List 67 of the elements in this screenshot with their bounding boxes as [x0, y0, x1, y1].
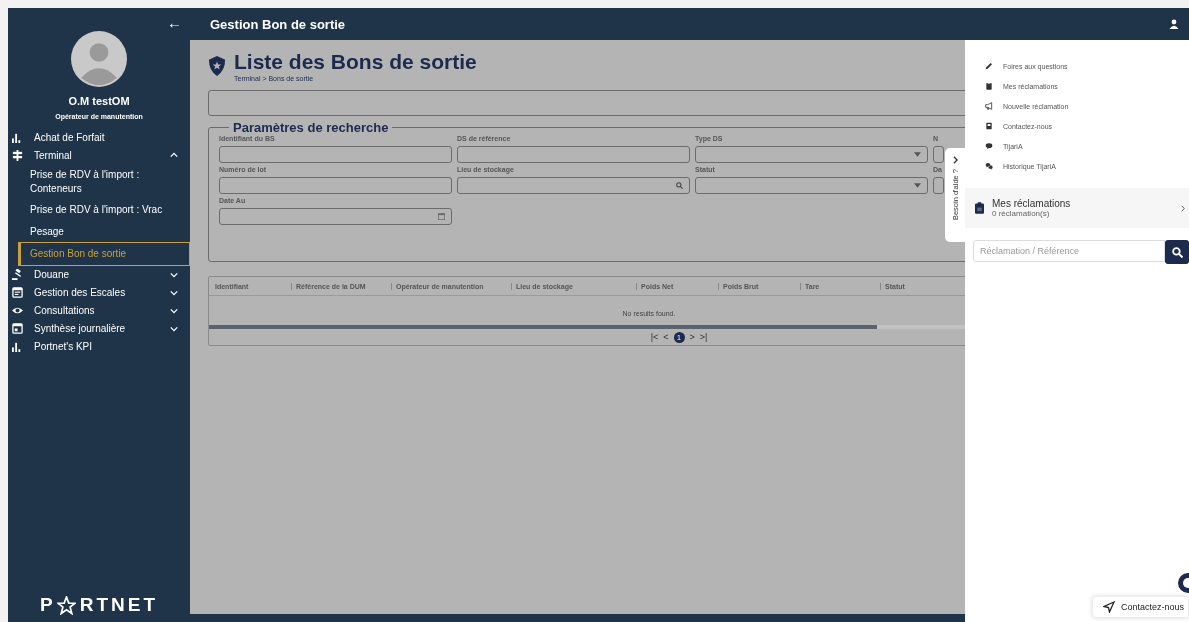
chevron-icon[interactable] — [170, 271, 178, 278]
panel-legend: Paramètres de recherche — [229, 120, 393, 135]
pencil-icon — [985, 62, 993, 70]
calendar-icon — [438, 213, 445, 220]
logo-text: P — [40, 594, 56, 616]
chevron-icon[interactable] — [170, 152, 178, 158]
submenu-item[interactable]: Prise de RDV à l'import : Vrac — [8, 199, 190, 221]
input-field[interactable] — [219, 177, 452, 194]
claims-title: Mes réclamations — [992, 198, 1072, 209]
search-field[interactable] — [457, 177, 690, 194]
user-icon[interactable] — [1169, 19, 1179, 29]
input-field[interactable] — [219, 146, 452, 163]
menu-item[interactable]: Portnet's KPI — [34, 341, 178, 352]
contact-button[interactable]: Contactez-nous — [1091, 596, 1189, 618]
chevron-icon — [1181, 204, 1185, 212]
clipboard-icon — [985, 82, 993, 90]
book-icon — [985, 122, 993, 130]
calendar-icon — [12, 323, 23, 334]
bars-icon — [12, 131, 23, 143]
gavel-icon — [12, 269, 23, 280]
menu-item[interactable]: Synthèse journalière — [34, 323, 170, 334]
scrollbar-thumb[interactable] — [209, 325, 877, 329]
collapse-arrow[interactable]: ← — [167, 14, 182, 31]
bars-icon — [12, 341, 23, 352]
input-field[interactable] — [457, 146, 690, 163]
menu-item[interactable]: Douane — [34, 269, 170, 280]
send-icon — [1102, 601, 1115, 613]
caret-icon — [914, 151, 921, 158]
menu-item[interactable]: Gestion des Escales — [34, 287, 170, 298]
megaphone-icon — [985, 102, 993, 110]
header-title: Gestion Bon de sortie — [210, 16, 346, 32]
clipboard-icon — [975, 202, 984, 214]
search-button[interactable] — [1165, 240, 1189, 264]
menu-item[interactable]: Terminal — [34, 149, 170, 161]
next-page-button[interactable]: > — [689, 332, 695, 342]
dropdown-field[interactable] — [695, 177, 928, 194]
menu-item[interactable]: Consultations — [34, 305, 170, 316]
input-field[interactable] — [933, 146, 944, 163]
chevron-icon[interactable] — [170, 307, 178, 314]
chats-icon — [985, 162, 993, 170]
first-page-button[interactable]: |< — [650, 332, 659, 342]
chevron-icon[interactable] — [170, 289, 178, 296]
caret-icon — [914, 182, 921, 189]
eye-icon — [12, 305, 23, 316]
last-page-button[interactable]: >| — [699, 332, 708, 342]
prev-page-button[interactable]: < — [663, 332, 669, 342]
claims-count: 0 réclamation(s) — [992, 209, 1051, 218]
menu-item[interactable]: Achat de Forfait — [34, 131, 178, 143]
avatar-icon — [71, 31, 127, 87]
chevron-icon — [952, 156, 958, 164]
user-name: O.M testOM — [67, 95, 131, 107]
submenu-item[interactable]: Pesage — [8, 220, 190, 242]
submenu-item[interactable]: Prise de RDV à l'import : Conteneurs — [8, 164, 190, 199]
claims-card[interactable]: Mes réclamations 0 réclamation(s) — [965, 188, 1189, 228]
shield-icon — [208, 56, 226, 76]
input-field[interactable] — [933, 177, 944, 194]
star-icon — [56, 595, 76, 615]
date-field[interactable] — [219, 208, 452, 225]
dropdown-field[interactable] — [695, 146, 928, 163]
list-icon — [12, 287, 23, 298]
search-icon — [1171, 246, 1183, 258]
page-title: Liste des Bons de sortie — [234, 50, 477, 74]
search-icon — [676, 182, 683, 189]
sign-icon — [12, 149, 23, 161]
chat-icon — [985, 142, 993, 150]
chevron-icon[interactable] — [170, 325, 178, 332]
logo-text: RTNET — [79, 594, 158, 616]
